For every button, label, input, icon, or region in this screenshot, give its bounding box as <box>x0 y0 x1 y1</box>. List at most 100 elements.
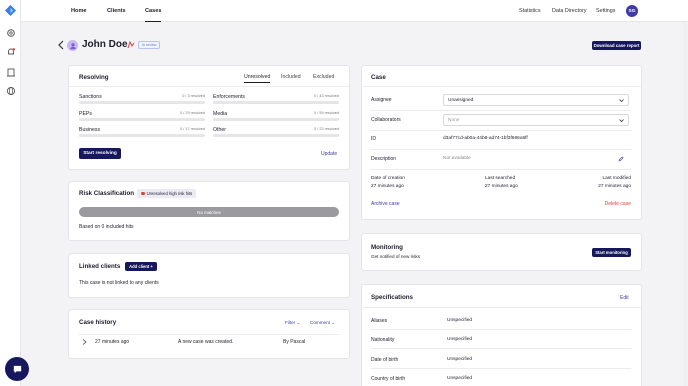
spec-value: Unspecified <box>447 337 473 342</box>
last-modified-value: 27 minutes ago <box>598 184 631 189</box>
divider <box>371 149 631 150</box>
top-bar: Home Clients Cases Statistics Data Direc… <box>21 0 688 22</box>
person-icon <box>67 40 78 51</box>
gear-icon[interactable] <box>5 27 16 38</box>
date-creation-label: Date of creation <box>371 176 405 181</box>
spec-value: Unspecified <box>447 376 473 381</box>
start-monitoring-button[interactable]: Start monitoring <box>592 248 631 257</box>
history-event: A new case was created. <box>178 339 234 345</box>
spec-label: Date of birth <box>371 357 399 363</box>
risk-badge-label: Unresolved high risk hits <box>146 191 193 196</box>
assignee-label: Assignee <box>371 97 392 103</box>
last-modified-label: Last modified <box>602 176 631 181</box>
page-scrollbar[interactable] <box>683 22 687 386</box>
nav-statistics[interactable]: Statistics <box>519 0 541 22</box>
pencil-icon[interactable] <box>618 156 624 162</box>
update-link[interactable]: Update <box>321 151 337 157</box>
monitoring-subtitle: Get notified of new risks <box>371 254 421 259</box>
nav-data-directory[interactable]: Data Directory <box>552 0 586 22</box>
divider <box>371 348 631 349</box>
status-badge: In review <box>138 41 161 49</box>
case-id: d3af77cd-ab0a-44b8-ad74-1bf3f686a5ff <box>443 136 528 141</box>
building-icon[interactable] <box>5 66 16 77</box>
description-label: Description <box>371 156 397 162</box>
progress-bar <box>213 118 339 121</box>
nav-home[interactable]: Home <box>71 0 87 22</box>
case-title: Case <box>371 74 386 81</box>
avatar[interactable]: SG <box>626 5 638 17</box>
linked-clients-card <box>68 253 350 298</box>
back-arrow-icon[interactable] <box>57 40 65 50</box>
category-label: PEPs <box>79 111 92 117</box>
chat-launcher-button[interactable] <box>5 357 29 381</box>
page-title: John Doe <box>82 39 128 50</box>
app-logo-icon[interactable] <box>5 5 16 16</box>
spec-value: Unspecified <box>447 318 473 323</box>
case-card <box>361 65 642 220</box>
category-label: Enforcements <box>213 94 246 100</box>
id-label: ID <box>371 136 376 142</box>
nav-clients[interactable]: Clients <box>107 0 126 22</box>
progress-bar <box>213 101 339 104</box>
comment-label: Comment <box>310 320 330 325</box>
collaborators-label: Collaborators <box>371 117 401 123</box>
delete-case-link[interactable]: Delete case <box>598 201 631 207</box>
chevron-down-icon <box>619 99 624 103</box>
add-client-button[interactable]: Add client + <box>125 262 157 271</box>
filter-label: Filter <box>285 320 296 325</box>
category-label: Business <box>79 127 101 133</box>
chevron-right-icon[interactable] <box>82 339 87 345</box>
comment-dropdown[interactable]: Comment ⌄ <box>310 320 335 326</box>
progress-bar <box>79 118 205 121</box>
category-count: 0 / 29 resolved <box>180 111 205 115</box>
divider <box>69 86 349 87</box>
tab-unresolved[interactable]: Unresolved <box>244 74 271 83</box>
bell-icon[interactable] <box>5 46 16 57</box>
collaborators-value: None <box>448 117 460 123</box>
case-history-title: Case history <box>79 319 117 326</box>
risk-bar: No matches <box>79 207 339 217</box>
tab-included[interactable]: Included <box>281 74 301 80</box>
history-by: By Pascal <box>283 339 306 345</box>
left-rail <box>0 0 21 386</box>
divider <box>371 329 631 330</box>
spec-label: Country of birth <box>371 376 406 382</box>
last-searched-label: Last searched <box>485 176 516 181</box>
risk-footnote: Based on 0 included hits <box>79 224 134 230</box>
nav-cases[interactable]: Cases <box>145 0 162 22</box>
assignee-select[interactable]: Unassigned <box>443 94 629 106</box>
divider <box>371 130 631 131</box>
alert-dot-icon <box>141 191 145 196</box>
globe-icon[interactable] <box>5 85 16 96</box>
filter-dropdown[interactable]: Filter ⌄ <box>285 320 300 326</box>
tab-excluded[interactable]: Excluded <box>313 74 334 80</box>
category-count: 0 / 59 resolved <box>314 111 339 115</box>
description-value: Not available <box>443 156 471 161</box>
specifications-title: Specifications <box>371 294 413 301</box>
category-label: Media <box>213 111 228 117</box>
category-count: 0 / 17 resolved <box>180 127 205 131</box>
progress-bar <box>213 134 339 137</box>
nav-settings[interactable]: Settings <box>596 0 615 22</box>
divider <box>371 368 631 369</box>
linked-empty-text: This case is not linked to any clients <box>79 280 159 286</box>
risk-title: Risk Classification <box>79 190 135 197</box>
divider <box>362 86 641 87</box>
edit-specifications-link[interactable]: Edit <box>620 295 629 301</box>
progress-bar <box>79 134 205 137</box>
divider <box>371 110 631 111</box>
risk-badge: Unresolved high risk hits <box>137 189 197 198</box>
download-report-button[interactable]: Download case report <box>592 41 641 50</box>
last-searched-value: 27 minutes ago <box>485 184 518 189</box>
collaborators-select[interactable]: None <box>443 114 629 126</box>
history-time: 27 minutes ago <box>95 339 130 345</box>
category-count: 0 / 43 resolved <box>314 94 339 98</box>
assignee-value: Unassigned <box>448 97 474 103</box>
chevron-down-icon <box>619 119 624 123</box>
category-label: Other <box>213 127 226 133</box>
archive-case-link[interactable]: Archive case <box>371 201 400 207</box>
progress-bar <box>79 101 205 104</box>
divider <box>362 307 641 308</box>
category-count: 0 / 22 resolved <box>314 127 339 131</box>
start-resolving-button[interactable]: Start resolving <box>79 148 121 159</box>
